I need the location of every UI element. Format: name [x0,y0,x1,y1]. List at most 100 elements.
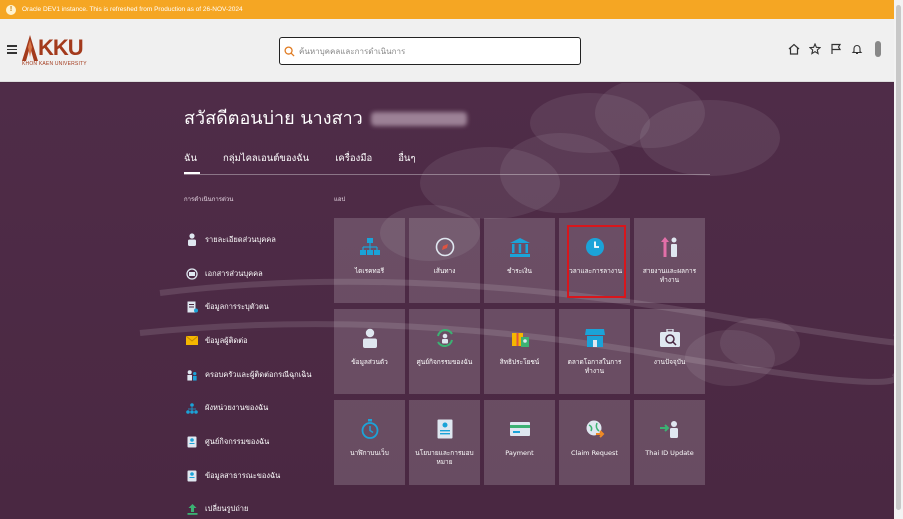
app-tile-current-jobs[interactable]: งานปัจจุบัน [634,309,705,394]
app-tile-label: Payment [505,449,534,457]
app-tile-label: ไดเรคทอรี [354,267,385,275]
home-page: สวัสดีตอนบ่าย นางสาว ฉัน กลุ่มไคลเอนต์ขอ… [0,83,894,519]
kku-emblem-icon [22,35,38,61]
quick-action-label: ครอบครัวและผู้ติดต่อกรณีฉุกเฉิน [205,369,312,379]
global-header: KKU KHON KAEN UNIVERSITY [0,19,894,82]
app-tile-label: ตลาดโอกาสในการทำงาน [567,358,622,375]
search-box[interactable] [279,37,581,65]
app-tile-label: งานปัจจุบัน [653,358,686,366]
envelope-icon [186,334,198,348]
menu-icon[interactable] [7,45,17,54]
family-icon [186,368,198,382]
app-tile-career-and-performance[interactable]: สายงานและผลการทำงาน [634,218,705,303]
app-tile-activity-center[interactable]: ศูนย์กิจกรรมของฉัน [409,309,480,394]
greeting-text: สวัสดีตอนบ่าย นางสาว [184,108,363,129]
logo-text: KKU [38,35,84,60]
career-icon [659,236,681,258]
tab-my-client-groups[interactable]: กลุ่มไคลเอนต์ของฉัน [223,151,309,174]
redacted-name [370,112,467,126]
app-tile-label: เส้นทาง [433,267,456,275]
star-icon[interactable] [809,43,821,55]
app-tile-label: ข้อมูลส่วนตัว [351,358,388,366]
app-tile-label: สายงานและผลการทำงาน [642,267,697,284]
quick-action-label: ข้อมูลผู้ติดต่อ [205,335,248,345]
briefcase-icon [659,327,681,349]
app-tile-label: สิทธิประโยชน์ [499,358,540,366]
quick-actions-list: รายละเอียดส่วนบุคคล เอกสารส่วนบุคคล ข้อม… [186,223,312,519]
quick-action-change-photo[interactable]: เปลี่ยนรูปถ่าย [186,493,312,519]
app-tile-pay[interactable]: ชำระเงิน [484,218,555,303]
flag-icon[interactable] [830,43,842,55]
logo-subtitle: KHON KAEN UNIVERSITY [22,61,87,67]
quick-action-label: ข้อมูลการระบุตัวตน [205,302,269,312]
quick-action-my-activity-center[interactable]: ศูนย์กิจกรรมของฉัน [186,425,312,459]
scrollbar-thumb[interactable] [896,5,901,510]
compass-icon [434,236,456,258]
avatar[interactable] [872,41,884,57]
payment-icon [509,418,531,440]
app-tile-payment[interactable]: Payment [484,400,555,485]
app-tile-personal-info[interactable]: ข้อมูลส่วนตัว [334,309,405,394]
quick-action-label: ศูนย์กิจกรรมของฉัน [205,436,270,446]
upload-icon [186,502,198,516]
refresh-person-icon [434,327,456,349]
quick-actions-heading: การดำเนินการด่วน [184,196,234,203]
app-tile-claim-request[interactable]: Claim Request [559,400,630,485]
quick-action-label: รายละเอียดส่วนบุคคล [205,234,276,244]
app-tile-thai-id-update[interactable]: Thai ID Update [634,400,705,485]
highlight-box [567,225,626,298]
quick-action-identification-info[interactable]: ข้อมูลการระบุตัวตน [186,290,312,324]
app-tile-directory[interactable]: ไดเรคทอรี [334,218,405,303]
app-tile-label: Claim Request [571,449,618,457]
quick-action-family-emergency-contacts[interactable]: ครอบครัวและผู้ติดต่อกรณีฉุกเฉิน [186,358,312,392]
app-tile-web-clock[interactable]: นาฬิกาบนเว็บ [334,400,405,485]
org-chart-icon [186,401,198,415]
quick-action-my-public-info[interactable]: ข้อมูลสาธารณะของฉัน [186,459,312,493]
app-tile-label: นาฬิกาบนเว็บ [350,449,389,457]
app-tile-opportunity-marketplace[interactable]: ตลาดโอกาสในการทำงาน [559,309,630,394]
app-tile-label: ชำระเงิน [507,267,532,275]
springboard-tabs: ฉัน กลุ่มไคลเอนต์ของฉัน เครื่องมือ อื่นๆ [184,151,442,174]
quick-action-label: เอกสารส่วนบุคคล [205,268,263,278]
app-tile-label: Thai ID Update [645,449,694,457]
app-tile-label: นโยบายและการมอบหมาย [415,449,474,466]
warning-icon: ! [6,4,16,15]
document-globe-icon [186,267,198,281]
quick-action-label: เปลี่ยนรูปถ่าย [205,504,249,514]
badge-icon [186,435,198,449]
bell-icon[interactable] [851,43,863,55]
badge-icon [186,469,198,483]
search-input[interactable] [299,46,569,56]
id-update-icon [659,418,681,440]
greeting: สวัสดีตอนบ่าย นางสาว [184,103,467,132]
tab-others[interactable]: อื่นๆ [398,151,415,174]
scrollbar[interactable] [894,0,903,519]
benefits-icon [509,327,531,349]
app-tile-benefits[interactable]: สิทธิประโยชน์ [484,309,555,394]
tab-tools[interactable]: เครื่องมือ [335,151,372,174]
quick-action-label: ผังหน่วยงานของฉัน [205,403,269,413]
person-icon [186,233,198,247]
tab-me[interactable]: ฉัน [184,151,200,174]
app-tile-label: ศูนย์กิจกรรมของฉัน [416,358,473,366]
marketplace-icon [584,327,606,349]
app-tile-journeys[interactable]: เส้นทาง [409,218,480,303]
search-icon [284,45,295,57]
quick-action-my-org-chart[interactable]: ผังหน่วยงานของฉัน [186,391,312,425]
quick-action-personal-details[interactable]: รายละเอียดส่วนบุคคล [186,223,312,257]
environment-banner: ! Oracle DEV1 instance. This is refreshe… [0,0,894,19]
quick-action-contact-info[interactable]: ข้อมูลผู้ติดต่อ [186,324,312,358]
bank-icon [509,236,531,258]
logo[interactable]: KKU KHON KAEN UNIVERSITY [22,33,92,73]
stopwatch-icon [359,418,381,440]
id-document-icon [186,300,198,314]
home-icon[interactable] [788,43,800,55]
quick-action-label: ข้อมูลสาธารณะของฉัน [205,470,281,480]
globe-arrow-icon [584,418,606,440]
policy-icon [434,418,456,440]
tab-divider [184,174,710,175]
app-tile-policies-and-assignments[interactable]: นโยบายและการมอบหมาย [409,400,480,485]
banner-text: Oracle DEV1 instance. This is refreshed … [22,6,243,13]
quick-action-personal-documents[interactable]: เอกสารส่วนบุคคล [186,257,312,291]
directory-icon [359,236,381,258]
